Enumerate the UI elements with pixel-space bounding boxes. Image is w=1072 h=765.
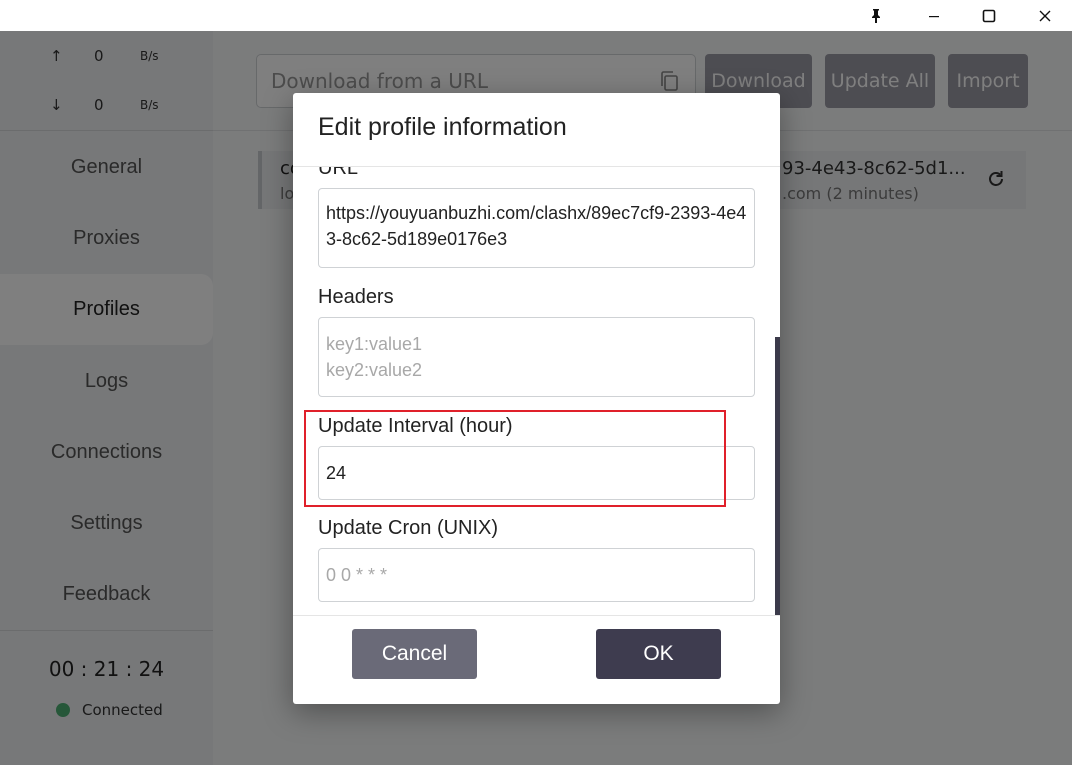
headers-placeholder-line1: key1:value1 [326,334,423,354]
ok-button[interactable]: OK [596,629,721,679]
update-cron-field[interactable]: 0 0 * * * [318,548,755,602]
dialog-body[interactable]: URL https://youyuanbuzhi.com/clashx/89ec… [293,167,780,615]
url-field[interactable]: https://youyuanbuzhi.com/clashx/89ec7cf9… [318,188,755,268]
update-cron-placeholder: 0 0 * * * [326,565,388,585]
dialog-title: Edit profile information [318,113,567,141]
close-icon[interactable] [1022,0,1068,31]
headers-field[interactable]: key1:value1 key2:value2 [318,317,755,397]
dialog-footer-divider [293,615,780,616]
url-label: URL [318,167,359,179]
headers-label: Headers [318,286,394,308]
cancel-button[interactable]: Cancel [352,629,477,679]
update-cron-label: Update Cron (UNIX) [318,517,499,539]
minimize-icon[interactable] [911,0,957,31]
maximize-icon[interactable] [966,0,1012,31]
highlight-box [304,410,726,507]
url-value: https://youyuanbuzhi.com/clashx/89ec7cf9… [326,203,747,249]
edit-profile-dialog: Edit profile information URL https://you… [293,93,780,704]
title-bar [0,0,1072,31]
headers-placeholder-line2: key2:value2 [326,360,423,380]
dialog-scrollbar[interactable] [775,337,780,615]
pin-icon[interactable] [853,0,899,31]
